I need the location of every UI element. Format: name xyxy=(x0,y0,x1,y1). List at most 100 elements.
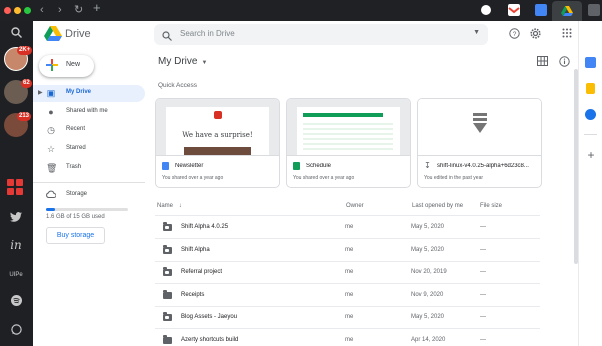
add-app-icon[interactable]: + xyxy=(585,149,597,161)
page-title-text[interactable]: My Drive xyxy=(158,56,197,67)
file-name: Blog Assets - Jaeyou xyxy=(181,314,238,320)
storage-usage-text: 1.6 GB of 15 GB used xyxy=(46,214,105,220)
quick-access-card[interactable]: Schedule You shared over a year ago xyxy=(286,98,411,188)
file-size: — xyxy=(480,269,486,275)
table-row[interactable]: Shift Alpha me May 5, 2020 — xyxy=(155,240,540,262)
file-last-opened: Nov 20, 2019 xyxy=(411,269,447,275)
search-icon[interactable] xyxy=(7,27,25,41)
thumbnail-image xyxy=(184,147,251,155)
table-row[interactable]: Receipts me Nov 9, 2020 — xyxy=(155,285,540,307)
column-header-last-opened[interactable]: Last opened by me xyxy=(412,203,463,209)
quick-access-card[interactable]: ↧ shift-linux-v4.0.25-alpha+6d23c8... Yo… xyxy=(417,98,542,188)
whatsapp-icon[interactable] xyxy=(7,324,25,338)
file-last-opened: May 5, 2020 xyxy=(411,224,445,230)
sidebar-item-my-drive[interactable]: ▶ ▣ My Drive xyxy=(33,85,145,102)
gmail-icon[interactable] xyxy=(508,4,520,16)
card-subtitle: You shared over a year ago xyxy=(162,175,224,181)
buy-storage-button[interactable]: Buy storage xyxy=(46,227,105,244)
spotify-icon[interactable] xyxy=(7,295,25,309)
file-owner: me xyxy=(345,291,354,298)
file-owner: me xyxy=(345,314,354,320)
column-header-owner[interactable]: Owner xyxy=(346,203,364,209)
calendar-icon[interactable] xyxy=(535,4,547,16)
clock-icon: ◷ xyxy=(47,125,55,135)
settings-icon[interactable] xyxy=(529,28,541,40)
shared-icon: ● xyxy=(48,107,54,117)
file-size: — xyxy=(480,314,486,320)
badge-count: 213 xyxy=(17,112,32,121)
archive-icon xyxy=(473,113,487,135)
sidebar-item-trash[interactable]: 🗑 Trash xyxy=(33,160,145,177)
card-divider xyxy=(287,155,410,156)
card-title: shift-linux-v4.0.25-alpha+6d23c8... xyxy=(437,163,529,169)
sort-arrow-icon[interactable]: ↓ xyxy=(179,203,182,209)
search-options-icon[interactable]: ▼ xyxy=(473,29,480,36)
sidebar-item-starred[interactable]: ☆ Starred xyxy=(33,141,145,158)
table-row[interactable]: Azerty shortcuts build me Apr 14, 2020 — xyxy=(155,330,540,346)
tasks-app-icon[interactable] xyxy=(585,109,596,120)
minimize-window-button[interactable] xyxy=(14,7,21,14)
drive-header: Drive Search in Drive ▼ ? xyxy=(33,21,599,48)
folder-icon xyxy=(163,334,172,344)
github-icon[interactable] xyxy=(481,5,491,15)
back-icon[interactable]: ‹ xyxy=(40,3,44,17)
new-button[interactable]: New xyxy=(39,55,94,77)
sheets-file-icon xyxy=(293,162,300,170)
app-grid-icon[interactable] xyxy=(7,179,25,197)
search-icon[interactable] xyxy=(162,28,172,41)
file-owner: me xyxy=(345,224,354,230)
brand-name[interactable]: Drive xyxy=(65,28,91,40)
page-title[interactable]: My Drive ▼ xyxy=(158,56,207,67)
storage-usage-bar xyxy=(46,208,128,211)
search-bar[interactable]: Search in Drive ▼ xyxy=(154,24,488,45)
sidebar-item-storage[interactable]: Storage xyxy=(33,187,145,204)
table-row[interactable]: Shift Alpha 4.0.25 me May 5, 2020 — xyxy=(155,217,540,239)
file-owner: me xyxy=(345,269,354,275)
quick-access-card[interactable]: We have a surprise! Newsletter You share… xyxy=(155,98,280,188)
column-header-name[interactable]: Name ↓ xyxy=(157,203,182,209)
forward-icon[interactable]: › xyxy=(58,3,62,17)
sidebar-item-label: My Drive xyxy=(66,89,92,95)
document-page: We have a surprise! xyxy=(166,107,269,155)
file-size: — xyxy=(480,246,486,253)
drive-icon[interactable] xyxy=(561,4,573,16)
column-header-file-size[interactable]: File size xyxy=(480,203,502,209)
file-name: Azerty shortcuts build xyxy=(181,336,239,343)
table-row[interactable]: Blog Assets - Jaeyou me May 5, 2020 — xyxy=(155,307,540,329)
file-size: — xyxy=(480,291,486,298)
expand-caret-icon[interactable]: ▶ xyxy=(38,89,43,96)
drive-logo-icon[interactable] xyxy=(44,26,62,42)
shared-folder-icon xyxy=(163,222,172,231)
sidebar-item-recent[interactable]: ◷ Recent xyxy=(33,122,145,139)
file-owner: me xyxy=(345,336,354,343)
shared-folder-icon xyxy=(163,312,172,321)
info-icon[interactable] xyxy=(558,56,570,68)
my-drive-icon: ▣ xyxy=(46,88,56,98)
sidebar-item-label: Shared with me xyxy=(66,108,108,114)
shared-folder-icon xyxy=(163,244,172,254)
keep-app-icon[interactable] xyxy=(586,83,595,94)
sidebar-item-shared-with-me[interactable]: ● Shared with me xyxy=(33,104,145,121)
apps-grid-icon[interactable] xyxy=(561,28,573,40)
extensions-icon[interactable] xyxy=(588,4,600,16)
file-name: Shift Alpha xyxy=(181,246,210,253)
chevron-down-icon[interactable]: ▼ xyxy=(201,60,207,66)
close-window-button[interactable] xyxy=(4,7,11,14)
card-divider xyxy=(418,155,541,156)
column-header-name-label: Name xyxy=(157,203,174,209)
table-row[interactable]: Referral project me Nov 20, 2019 — xyxy=(155,262,540,284)
sidebar-item-label: Trash xyxy=(66,164,82,170)
search-placeholder[interactable]: Search in Drive xyxy=(180,29,235,38)
new-tab-icon[interactable]: + xyxy=(93,1,101,15)
reload-icon[interactable]: ↻ xyxy=(74,3,83,17)
inoreader-icon[interactable]: in xyxy=(7,239,25,251)
maximize-window-button[interactable] xyxy=(24,7,31,14)
grid-view-icon[interactable] xyxy=(536,56,548,68)
calendar-app-icon[interactable] xyxy=(585,57,596,68)
help-icon[interactable]: ? xyxy=(508,28,520,40)
twitter-icon[interactable] xyxy=(7,212,25,225)
trash-icon: 🗑 xyxy=(46,163,58,173)
sidebar-item-label: Starred xyxy=(66,145,86,151)
sidebar-item-label: Storage xyxy=(66,191,88,197)
uipe-label[interactable]: UIPe xyxy=(7,269,25,281)
